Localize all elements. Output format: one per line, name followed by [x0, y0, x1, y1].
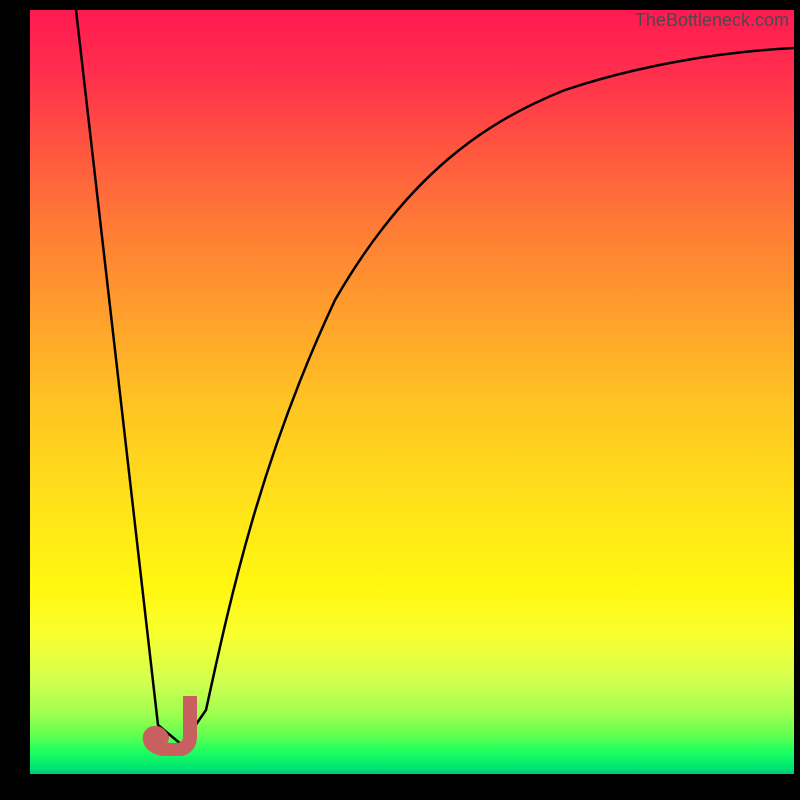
bottleneck-curve: [30, 10, 794, 774]
j-marker-path: [150, 698, 190, 750]
curve-path: [76, 10, 794, 745]
watermark-text: TheBottleneck.com: [635, 10, 789, 31]
j-marker-icon: [140, 696, 210, 756]
chart-container: TheBottleneck.com: [30, 10, 794, 774]
